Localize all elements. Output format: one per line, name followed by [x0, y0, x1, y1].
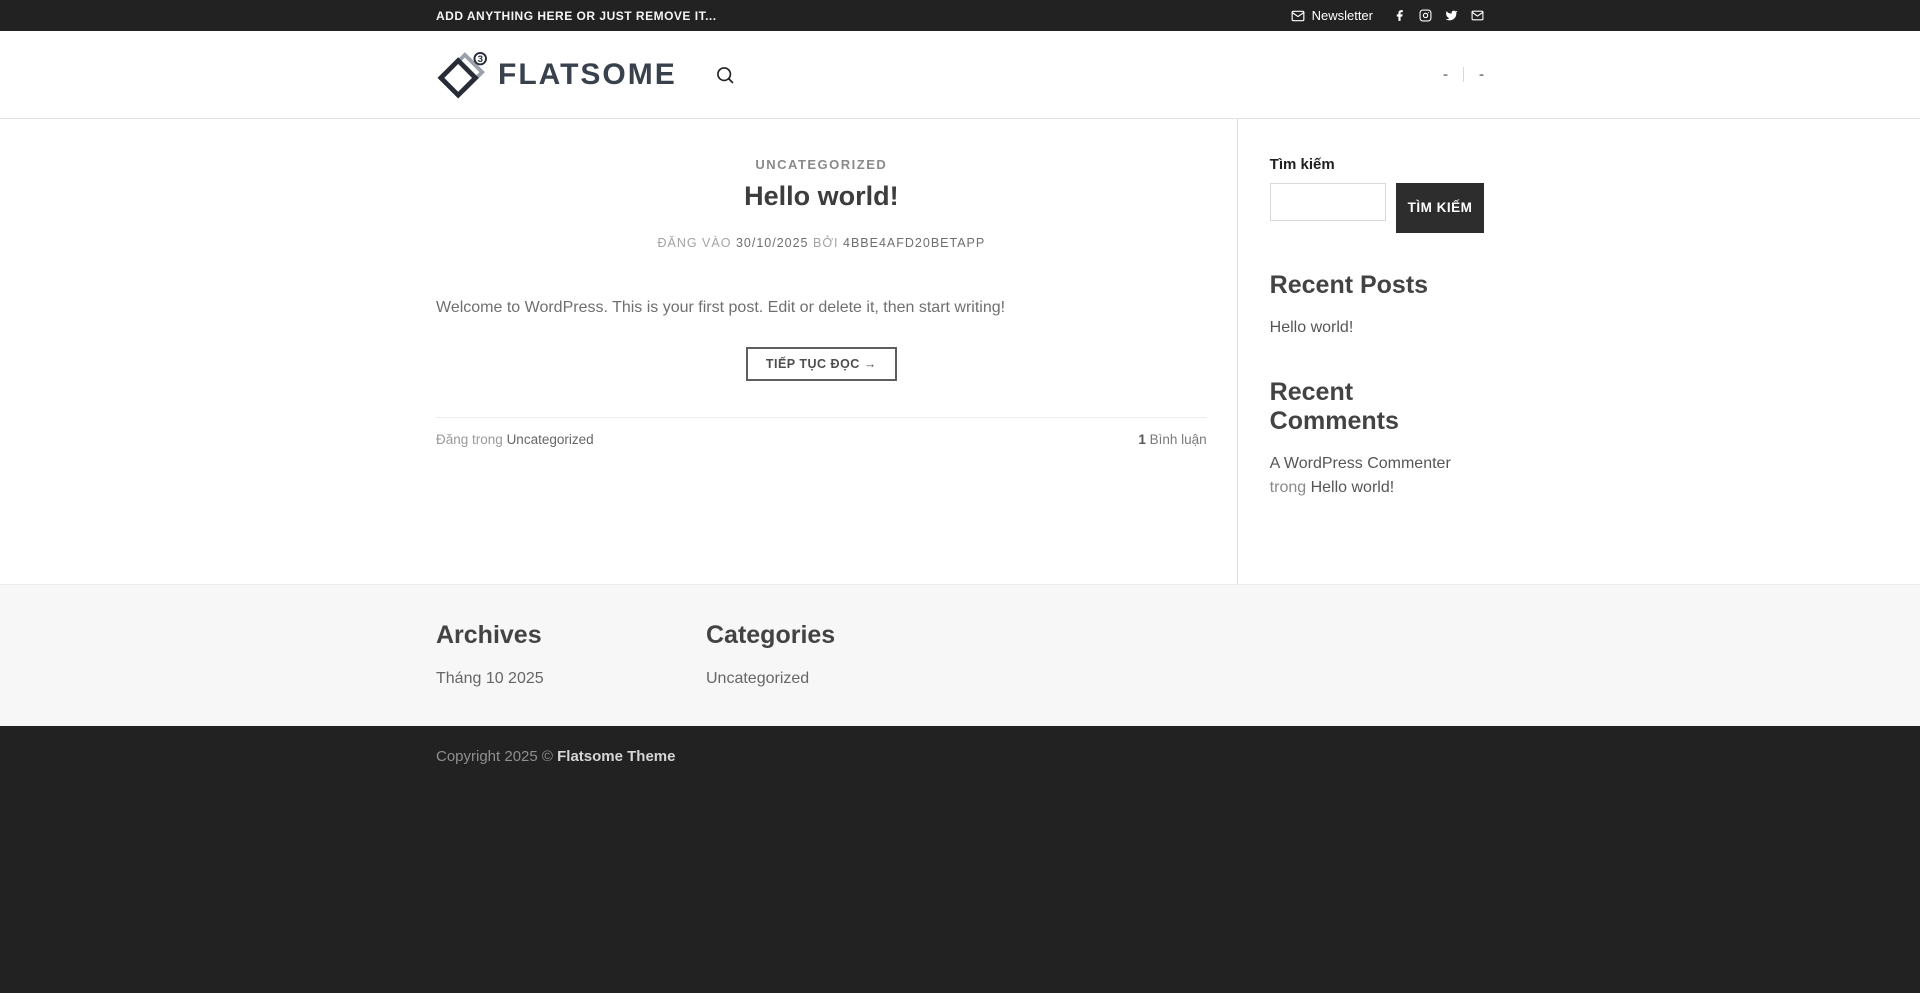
newsletter-link[interactable]: Newsletter	[1291, 8, 1373, 23]
comment-post-link[interactable]: Hello world!	[1311, 479, 1395, 496]
top-bar: ADD ANYTHING HERE OR JUST REMOVE IT... N…	[0, 0, 1920, 31]
sidebar-search-input[interactable]	[1270, 183, 1386, 221]
category-link[interactable]: Uncategorized	[706, 670, 809, 687]
footer-categories-widget: Categories Uncategorized	[706, 621, 976, 688]
copyright-text: Copyright 2025 ©	[436, 748, 557, 765]
post-date-link[interactable]: 30/10/2025	[736, 236, 809, 250]
search-icon[interactable]	[715, 65, 735, 85]
post-article: UNCATEGORIZED Hello world! ĐĂNG VÀO 30/1…	[436, 119, 1237, 584]
sidebar-search-button[interactable]: TÌM KIẾM	[1396, 183, 1484, 233]
post-category-link[interactable]: UNCATEGORIZED	[755, 157, 887, 172]
search-label: Tìm kiếm	[1270, 156, 1484, 173]
email-link[interactable]	[1471, 9, 1484, 22]
archive-month-link[interactable]: Tháng 10 2025	[436, 670, 544, 687]
comments-link[interactable]: 1 Bình luận	[1138, 432, 1206, 447]
post-footer-meta: Đăng trong Uncategorized 1 Bình luận	[436, 417, 1207, 447]
page-content: UNCATEGORIZED Hello world! ĐĂNG VÀO 30/1…	[0, 119, 1920, 584]
twitter-icon[interactable]	[1445, 9, 1458, 22]
facebook-link[interactable]	[1393, 9, 1406, 22]
copyright-brand: Flatsome Theme	[557, 748, 675, 765]
posted-in-category-link[interactable]: Uncategorized	[507, 432, 594, 447]
nav-item-2[interactable]: -	[1479, 66, 1484, 83]
logo-superscript: 3	[478, 54, 483, 65]
recent-post-link[interactable]: Hello world!	[1270, 319, 1354, 336]
post-author-link[interactable]: 4BBE4AFD20BETAPP	[843, 236, 985, 250]
flatsome-logo-icon[interactable]: 3	[436, 51, 488, 99]
recent-posts-list: Hello world!	[1270, 316, 1484, 340]
comment-author-link[interactable]: A WordPress Commenter	[1270, 455, 1451, 472]
post-excerpt: Welcome to WordPress. This is your first…	[436, 296, 1207, 321]
archives-title: Archives	[436, 621, 706, 650]
recent-comments-title: Recent Comments	[1270, 378, 1484, 436]
posted-in-label: Đăng trong	[436, 432, 503, 447]
post-title: Hello world!	[436, 181, 1207, 212]
footer-widgets: Archives Tháng 10 2025 Categories Uncate…	[0, 584, 1920, 726]
recent-posts-title: Recent Posts	[1270, 271, 1484, 300]
instagram-icon[interactable]	[1419, 9, 1432, 22]
logo-text[interactable]: FLATSOME	[498, 58, 677, 92]
recent-post-item: Hello world!	[1270, 316, 1484, 340]
footer-copyright: Copyright 2025 © Flatsome Theme	[0, 726, 1920, 993]
sidebar: Tìm kiếm TÌM KIẾM Recent Posts Hello wor…	[1237, 119, 1484, 584]
nav-divider	[1463, 67, 1464, 82]
header-nav: - -	[1443, 66, 1484, 83]
recent-comments-list: A WordPress Commenter trong Hello world!	[1270, 452, 1484, 500]
nav-item-1[interactable]: -	[1443, 66, 1448, 83]
site-header: 3 FLATSOME - -	[0, 31, 1920, 119]
footer-archives-widget: Archives Tháng 10 2025	[436, 621, 706, 688]
newsletter-label[interactable]: Newsletter	[1312, 8, 1373, 23]
facebook-icon[interactable]	[1393, 9, 1406, 22]
comments-count[interactable]: 1	[1138, 432, 1146, 447]
recent-comment-item: A WordPress Commenter trong Hello world!	[1270, 452, 1484, 500]
header-search-button[interactable]	[715, 65, 735, 85]
mail-icon[interactable]	[1291, 9, 1305, 23]
post-meta: ĐĂNG VÀO 30/10/2025 BỞI 4BBE4AFD20BETAPP	[436, 236, 1207, 250]
search-widget: Tìm kiếm TÌM KIẾM	[1270, 156, 1484, 233]
comments-label[interactable]: Bình luận	[1150, 432, 1207, 447]
meta-posted-on-label: ĐĂNG VÀO	[657, 236, 731, 250]
topbar-message: ADD ANYTHING HERE OR JUST REMOVE IT...	[436, 9, 717, 23]
read-more-button[interactable]: TIẾP TỤC ĐỌC →	[746, 347, 897, 381]
mail-icon[interactable]	[1471, 9, 1484, 22]
categories-title: Categories	[706, 621, 976, 650]
social-links	[1393, 9, 1484, 22]
meta-by-label: BỞI	[813, 236, 839, 250]
twitter-link[interactable]	[1445, 9, 1458, 22]
site-logo[interactable]: 3 FLATSOME	[436, 51, 677, 99]
comment-in-label: trong	[1270, 479, 1306, 496]
instagram-link[interactable]	[1419, 9, 1432, 22]
